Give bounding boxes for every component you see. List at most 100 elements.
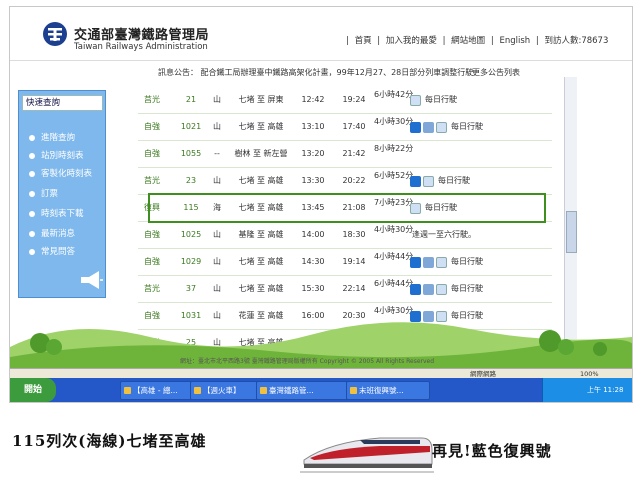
departure-time-cell: 15:30 [301, 284, 325, 293]
train-number-cell[interactable]: 1029 [176, 249, 206, 275]
site-footer-text: 網址：臺北市北平西路3號 臺灣鐵路管理局版權所有 Copyright © 200… [180, 358, 435, 365]
duration-cell: 4小時44分 [374, 252, 414, 261]
train-number-cell[interactable]: 1021 [176, 114, 206, 140]
more-notices-link[interactable]: 更多公告列表 [472, 67, 520, 78]
duration-cell: 6小時42分 [374, 90, 414, 99]
caption-farewell: 再見!藍色復興號 [432, 442, 552, 460]
sidebar-item-news[interactable]: 最新消息 [29, 227, 75, 239]
nav-english-link[interactable]: English [499, 36, 530, 46]
train-number-cell[interactable]: 1025 [176, 222, 206, 248]
table-row: 自強 1025 山 基隆 至 高雄 14:00 18:30 4小時30分 逢週一至六行駛。 [138, 222, 552, 249]
note-text: 每日行駛 [451, 122, 483, 131]
route-cell: 七堵 至 高雄 [238, 257, 284, 266]
train-number-cell[interactable]: 37 [176, 276, 206, 302]
line-cell: 山 [213, 95, 221, 104]
train-type-cell[interactable]: 自強 [138, 222, 166, 248]
sidebar-item-advanced-search[interactable]: 進階查詢 [29, 131, 75, 143]
line-cell: -- [214, 149, 220, 158]
taskbar-window-1[interactable]: 【高雄 - 總... [120, 381, 198, 400]
duration-cell: 6小時52分 [374, 171, 414, 180]
duration-cell: 4小時30分 [374, 225, 414, 234]
taskbar-window-2[interactable]: 【週火車】 [190, 381, 264, 400]
sidebar-item-timetable-download[interactable]: 時刻表下載 [29, 207, 84, 219]
duration-cell: 4小時30分 [374, 117, 414, 126]
bullet-icon [29, 152, 35, 159]
logo-english-name: Taiwan Railways Administration [74, 42, 208, 52]
departure-time-cell: 13:10 [301, 122, 325, 131]
sidebar-item-station-timetable[interactable]: 站別時刻表 [29, 149, 84, 161]
sidebar-item-booking[interactable]: 訂票 [29, 187, 58, 199]
sidebar-title: 快速查詢 [22, 95, 103, 111]
wheelchair-icon [410, 121, 421, 133]
highlighted-train-row-frame [148, 193, 546, 223]
table-row: 自強 1055 -- 樹林 至 新左營 13:20 21:42 8小時22分 [138, 141, 552, 168]
train-type-cell[interactable]: 自強 [138, 141, 166, 167]
note-text: 每日行駛 [438, 176, 470, 185]
train-type-cell[interactable]: 莒光 [138, 276, 166, 302]
header-divider [10, 60, 632, 61]
bullet-icon [29, 134, 35, 141]
nav-favorite-link[interactable]: 加入我的最愛 [386, 36, 437, 46]
scrollbar-thumb[interactable] [566, 211, 577, 253]
train-number-cell[interactable]: 21 [176, 87, 206, 113]
taskbar-window-4[interactable]: 末班復興號... [346, 381, 430, 400]
seat-icon [423, 175, 434, 187]
line-cell: 山 [213, 176, 221, 185]
site-header: 交通部臺灣鐵路管理局 Taiwan Railways Administratio… [10, 7, 632, 64]
train-illustration [300, 437, 434, 473]
route-cell: 七堵 至 高雄 [238, 176, 284, 185]
route-cell: 七堵 至 高雄 [238, 122, 284, 131]
taskbar-window-3[interactable]: 臺灣鐵路管... [256, 381, 354, 400]
tra-logo-icon [43, 22, 67, 46]
route-cell: 七堵 至 高雄 [238, 284, 284, 293]
train-number-cell[interactable]: 23 [176, 168, 206, 194]
table-row: 莒光 37 山 七堵 至 高雄 15:30 22:14 6小時44分 每日行駛 [138, 276, 552, 303]
note-text: 逢週一至六行駛。 [412, 230, 476, 239]
train-type-cell[interactable]: 自強 [138, 249, 166, 275]
route-cell: 七堵 至 屏東 [238, 95, 284, 104]
wheelchair-icon [410, 175, 421, 187]
route-cell: 基隆 至 高雄 [238, 230, 284, 239]
bicycle-icon [423, 256, 434, 268]
table-row: 自強 1021 山 七堵 至 高雄 13:10 17:40 4小時30分 每日行駛 [138, 114, 552, 141]
line-cell: 山 [213, 122, 221, 131]
bullet-icon [29, 170, 35, 177]
page-scrollbar[interactable] [564, 77, 577, 339]
note-text: 每日行駛 [425, 95, 457, 104]
route-cell: 樹林 至 新左營 [234, 149, 288, 158]
start-button[interactable]: 開始 [10, 378, 56, 402]
visitor-counter: 到訪人數:78673 [544, 36, 609, 46]
bullet-icon [29, 190, 35, 197]
top-navigation: | 首頁 | 加入我的最愛 | 網站地圖 | English | 到訪人數:78… [346, 36, 609, 46]
table-row: 莒光 21 山 七堵 至 屏東 12:42 19:24 6小時42分每日行駛 [138, 87, 552, 114]
seat-icon [436, 256, 447, 268]
note-cell: 每日行駛 [410, 249, 550, 275]
logo-chinese-name: 交通部臺灣鐵路管理局 [74, 28, 210, 43]
nav-home-link[interactable]: 首頁 [355, 36, 372, 46]
caption-train-route: 115列次(海線)七堵至高雄 [12, 432, 207, 450]
arrival-time-cell: 19:14 [342, 257, 366, 266]
quick-search-sidebar: 快速查詢 進階查詢 站別時刻表 客製化時刻表 訂票 時刻表下載 最新消息 常見問… [18, 90, 106, 298]
departure-time-cell: 13:30 [301, 176, 325, 185]
departure-time-cell: 14:00 [301, 230, 325, 239]
train-type-cell[interactable]: 莒光 [138, 168, 166, 194]
train-number-cell[interactable]: 1055 [176, 141, 206, 167]
bullet-icon [29, 210, 35, 217]
table-row: 自強 1029 山 七堵 至 高雄 14:30 19:14 4小時44分 每日行駛 [138, 249, 552, 276]
arrival-time-cell: 19:24 [342, 95, 366, 104]
departure-time-cell: 12:42 [301, 95, 325, 104]
browser-screenshot: 交通部臺灣鐵路管理局 Taiwan Railways Administratio… [9, 6, 633, 403]
table-row: 莒光 23 山 七堵 至 高雄 13:30 20:22 6小時52分 每日行駛 [138, 168, 552, 195]
train-type-cell[interactable]: 莒光 [138, 87, 166, 113]
line-cell: 山 [213, 230, 221, 239]
seat-icon [436, 121, 447, 133]
wheelchair-icon [410, 256, 421, 268]
nav-sitemap-link[interactable]: 網站地圖 [451, 36, 485, 46]
duration-cell: 6小時44分 [374, 279, 414, 288]
sidebar-item-faq[interactable]: 常見問答 [29, 245, 75, 257]
notice-text[interactable]: 訊息公告： 配合鐵工局辦理臺中鐵路高架化計畫，99年12月27、28日部分列車調… [158, 67, 473, 78]
sidebar-item-custom-timetable[interactable]: 客製化時刻表 [29, 167, 92, 179]
bullet-icon [29, 230, 35, 237]
train-type-cell[interactable]: 自強 [138, 114, 166, 140]
note-cell: 每日行駛 [410, 87, 550, 113]
